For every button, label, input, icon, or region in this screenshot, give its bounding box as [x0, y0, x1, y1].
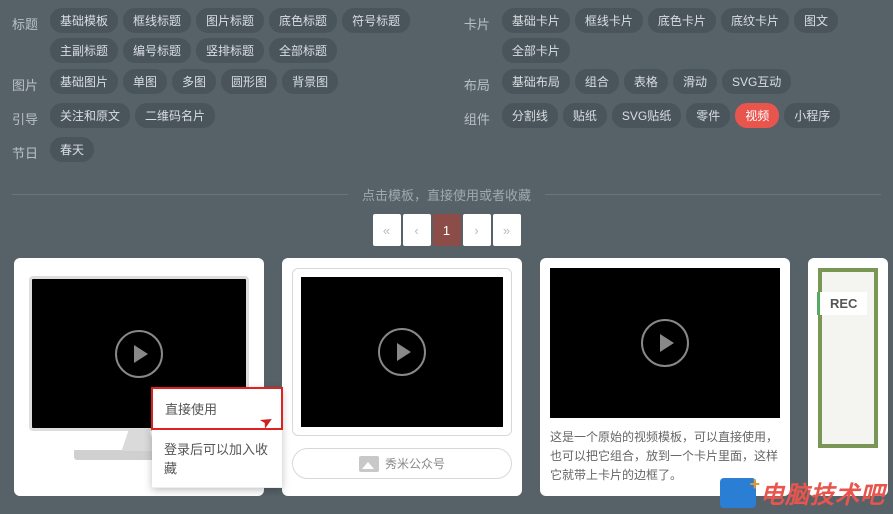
filter-category-label: 布局: [464, 69, 502, 94]
template-card[interactable]: 直接使用 ➤ 登录后可以加入收藏: [14, 258, 264, 496]
filter-tag[interactable]: 框线卡片: [575, 8, 643, 33]
filter-tag[interactable]: 竖排标题: [196, 38, 264, 63]
video-preview[interactable]: [301, 277, 503, 427]
image-icon: [359, 456, 379, 472]
filter-tag[interactable]: 背景图: [282, 69, 338, 94]
watermark-icon: [720, 478, 756, 508]
rec-badge: REC: [817, 292, 867, 315]
filter-tag[interactable]: SVG互动: [722, 69, 791, 94]
filter-tag[interactable]: 分割线: [502, 103, 558, 128]
filter-tag[interactable]: 底纹卡片: [721, 8, 789, 33]
filter-category-label: 标题: [12, 8, 50, 33]
filter-tag[interactable]: 单图: [123, 69, 167, 94]
filter-tag[interactable]: 二维码名片: [135, 103, 215, 128]
filter-tag[interactable]: 图文: [794, 8, 838, 33]
filter-tag[interactable]: 零件: [686, 103, 730, 128]
watermark-text: 电脑技术吧: [760, 475, 885, 510]
pagination: « ‹ 1 › »: [0, 214, 893, 246]
filter-tag[interactable]: 春天: [50, 137, 94, 162]
caption-pill[interactable]: 秀米公众号: [292, 448, 512, 479]
page-last-button[interactable]: »: [493, 214, 521, 246]
template-card[interactable]: REC: [808, 258, 888, 496]
filter-tag[interactable]: 基础图片: [50, 69, 118, 94]
use-now-menu-item[interactable]: 直接使用 ➤: [151, 387, 283, 430]
login-favorite-menu-item[interactable]: 登录后可以加入收藏: [152, 429, 282, 488]
page-prev-button[interactable]: ‹: [403, 214, 431, 246]
template-card[interactable]: 这是一个原始的视频模板，可以直接使用，也可以把它组合，放到一个卡片里面，这样它就…: [540, 258, 790, 496]
filter-category-label: 引导: [12, 103, 50, 128]
filter-tag[interactable]: 底色卡片: [648, 8, 716, 33]
use-now-label: 直接使用: [165, 402, 217, 417]
filter-tag[interactable]: 滑动: [673, 69, 717, 94]
filter-tag[interactable]: 多图: [172, 69, 216, 94]
filter-tag[interactable]: 基础模板: [50, 8, 118, 33]
filter-tag[interactable]: 基础卡片: [502, 8, 570, 33]
filter-tag[interactable]: 编号标题: [123, 38, 191, 63]
play-icon: [641, 319, 689, 367]
context-menu: 直接使用 ➤ 登录后可以加入收藏: [152, 388, 282, 488]
filter-category-label: 节日: [12, 137, 50, 162]
divider-text: 点击模板，直接使用或者收藏: [348, 185, 545, 204]
page-number-button[interactable]: 1: [433, 214, 461, 246]
watermark: 电脑技术吧: [720, 475, 885, 510]
filter-tag[interactable]: 组合: [575, 69, 619, 94]
play-icon: [115, 330, 163, 378]
filter-tag[interactable]: 圆形图: [221, 69, 277, 94]
section-divider: 点击模板，直接使用或者收藏: [0, 185, 893, 204]
page-next-button[interactable]: ›: [463, 214, 491, 246]
filter-tag[interactable]: 视频: [735, 103, 779, 128]
filter-tag[interactable]: 表格: [624, 69, 668, 94]
filter-tag[interactable]: 符号标题: [342, 8, 410, 33]
filter-category-label: 图片: [12, 69, 50, 94]
template-card[interactable]: 秀米公众号: [282, 258, 522, 496]
filter-tag[interactable]: 底色标题: [269, 8, 337, 33]
video-preview[interactable]: [550, 268, 780, 418]
play-icon: [378, 328, 426, 376]
caption-text: 秀米公众号: [385, 455, 445, 472]
page-first-button[interactable]: «: [373, 214, 401, 246]
filter-tag[interactable]: 图片标题: [196, 8, 264, 33]
filter-tag[interactable]: SVG贴纸: [612, 103, 681, 128]
filter-tag[interactable]: 全部卡片: [502, 38, 570, 63]
filter-tag[interactable]: 贴纸: [563, 103, 607, 128]
filter-tag[interactable]: 小程序: [784, 103, 840, 128]
filter-category-label: 组件: [464, 103, 502, 128]
filter-category-label: 卡片: [464, 8, 502, 33]
filter-tag[interactable]: 基础布局: [502, 69, 570, 94]
filter-tag[interactable]: 全部标题: [269, 38, 337, 63]
filter-tag[interactable]: 关注和原文: [50, 103, 130, 128]
filter-tag[interactable]: 主副标题: [50, 38, 118, 63]
filter-tag[interactable]: 框线标题: [123, 8, 191, 33]
